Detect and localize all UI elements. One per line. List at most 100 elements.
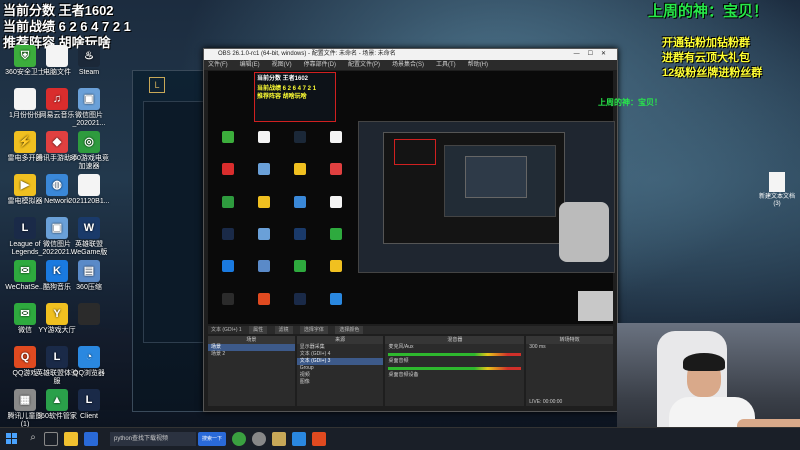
desktop-icon[interactable]: L Client bbox=[68, 389, 110, 421]
obs-menu-item[interactable]: 帮助(H) bbox=[468, 60, 488, 70]
steam-icon: ♨ bbox=[78, 45, 100, 67]
league-icon: L bbox=[14, 217, 36, 239]
obs-menu-item[interactable]: 文件(F) bbox=[208, 60, 228, 70]
preview-mini-icon bbox=[222, 131, 234, 144]
source-item[interactable]: 文本 (GDI+) 4 bbox=[297, 351, 384, 358]
desktop-icon-label: YY游戏大厅 bbox=[38, 327, 76, 334]
league-taskbar-icon[interactable] bbox=[272, 432, 286, 446]
preview-mini-icon bbox=[294, 195, 306, 208]
desktop-icon[interactable]: ▤ 360压缩 bbox=[68, 260, 110, 292]
scene-item[interactable]: 场景 2 bbox=[208, 351, 295, 358]
desktop-icon[interactable]: W 英雄联盟WeGame版 bbox=[68, 217, 110, 257]
preview-score: 当前分数 王者1602 bbox=[257, 76, 309, 82]
sources-header: 来源 bbox=[296, 336, 384, 344]
obs-taskbar-icon[interactable] bbox=[252, 432, 266, 446]
obs-menu-item[interactable]: 编辑(E) bbox=[240, 60, 260, 70]
streamer-hair bbox=[683, 353, 725, 371]
source-toolbar: 文本 (GDI+) 1 属性 滤镜 选择字体 选择颜色 bbox=[208, 326, 613, 334]
desktop-icon-label: Steam bbox=[78, 69, 100, 76]
desktop-icon[interactable]: ◔ QQ浏览器 bbox=[68, 346, 110, 378]
task-view-icon[interactable] bbox=[44, 432, 58, 446]
preview-mini-icon bbox=[330, 292, 342, 305]
preview-mini-icon bbox=[330, 163, 342, 176]
transition-duration[interactable]: 300 ms bbox=[526, 344, 613, 351]
preview-mini-icon bbox=[330, 131, 342, 144]
league-logo-icon: L bbox=[149, 77, 165, 93]
desktop-icon[interactable]: 2021120B1... bbox=[68, 174, 110, 206]
preview-mini-icon bbox=[258, 260, 270, 273]
transitions-header: 转场特效 bbox=[526, 336, 613, 344]
mixer-header: 混音器 bbox=[385, 336, 525, 344]
shield-icon: ⛨ bbox=[14, 45, 36, 67]
obs-docks: 场景 场景 场景 2 来源 显示器采集 文本 (GDI+) 4 文本 (GDI+) … bbox=[208, 336, 613, 406]
app-taskbar-icon[interactable] bbox=[312, 432, 326, 446]
obs-menu-item[interactable]: 配置文件(P) bbox=[348, 60, 380, 70]
qq-game-icon: Q bbox=[14, 346, 36, 368]
preview-mini-icon bbox=[330, 195, 342, 208]
preview-mini-icon bbox=[294, 163, 306, 176]
select-font-button[interactable]: 选择字体 bbox=[299, 326, 328, 334]
obs-menu-item[interactable]: 停靠部件(D) bbox=[304, 60, 336, 70]
obs-preview[interactable]: 当前分数 王者1602 当前战绩 6 2 6 4 7 2 1 推荐阵容 胡啥玩啥… bbox=[208, 71, 662, 324]
obs-title-text: OBS 26.1.0-rc1 (64-bit, windows) - 配置文件:… bbox=[218, 51, 396, 57]
search-go-button[interactable]: 搜索一下 bbox=[198, 432, 226, 446]
desktop-icon-label: 英雄联盟WeGame版 bbox=[70, 241, 108, 256]
taskbar-search-box[interactable]: python查找下载视频 bbox=[110, 432, 196, 446]
properties-button[interactable]: 属性 bbox=[249, 326, 268, 334]
client-icon: L bbox=[78, 389, 100, 411]
desktop-file-right[interactable]: 新建文本文档 (3) bbox=[758, 172, 796, 208]
qq-taskbar-icon[interactable] bbox=[292, 432, 306, 446]
window-controls[interactable]: —☐✕ bbox=[574, 49, 614, 60]
wegame-icon: W bbox=[78, 217, 100, 239]
promo-line-1: 开通钻粉加钻粉群 bbox=[662, 37, 750, 49]
nested-overlay-box bbox=[394, 139, 436, 165]
preview-desktop-icons bbox=[212, 123, 352, 313]
preview-mini-icon bbox=[294, 131, 306, 144]
preview-mini-icon bbox=[294, 228, 306, 241]
obs-menu-item[interactable]: 视图(V) bbox=[272, 60, 292, 70]
windows-start-icon[interactable] bbox=[6, 433, 17, 444]
league-icon: L bbox=[46, 346, 68, 368]
promo-line-3: 12级粉丝牌进粉丝群 bbox=[662, 67, 763, 79]
desktop-icon[interactable]: ◎ 360游戏电竞加速器 bbox=[68, 131, 110, 171]
file-explorer-icon[interactable] bbox=[64, 432, 78, 446]
obs-window[interactable]: OBS 26.1.0-rc1 (64-bit, windows) - 配置文件:… bbox=[203, 48, 662, 412]
record-overlay: 当前战绩 6 2 6 4 7 2 1 bbox=[3, 19, 131, 34]
nested-deeper-preview bbox=[465, 156, 527, 198]
obs-menu-item[interactable]: 工具(T) bbox=[436, 60, 456, 70]
filters-button[interactable]: 滤镜 bbox=[274, 326, 293, 334]
browser-icon[interactable] bbox=[84, 432, 98, 446]
obs-title-bar[interactable]: OBS 26.1.0-rc1 (64-bit, windows) - 配置文件:… bbox=[204, 49, 617, 60]
desktop-icon-label: 360压缩 bbox=[76, 284, 102, 291]
wechat-icon: ✉ bbox=[14, 260, 36, 282]
preview-mini-icon bbox=[330, 260, 342, 273]
app-icon-green[interactable] bbox=[232, 432, 246, 446]
accelerator-icon: ◎ bbox=[78, 131, 100, 153]
wechat-icon: ✉ bbox=[14, 303, 36, 325]
scene-item[interactable]: 场景 bbox=[208, 344, 295, 351]
nested-inner-preview bbox=[444, 145, 556, 217]
source-item[interactable]: Group bbox=[297, 365, 384, 372]
mixer-dock: 混音器 麦克风/Aux 桌面音频 桌面音频设备 bbox=[385, 336, 525, 406]
obs-menubar: 文件(F) 编辑(E) 视图(V) 停靠部件(D) 配置文件(P) 场景集合(S) 工具(T… bbox=[204, 60, 617, 70]
mixer-desktop-label: 桌面音频 bbox=[388, 358, 409, 364]
preview-mini-icon bbox=[258, 228, 270, 241]
status-live: LIVE: 00:00:00 bbox=[529, 399, 563, 405]
select-color-button[interactable]: 选择颜色 bbox=[335, 326, 364, 334]
nested-obs-window bbox=[383, 132, 565, 244]
source-item[interactable]: 视频 bbox=[297, 372, 384, 379]
preview-webcam-chair bbox=[578, 291, 613, 321]
source-item[interactable]: 文本 (GDI+) 3 bbox=[296, 358, 384, 365]
kugou-icon: K bbox=[46, 260, 68, 282]
emulator-icon: ▶ bbox=[14, 174, 36, 196]
desktop-icon[interactable]: ♨ Steam bbox=[68, 45, 110, 77]
search-icon[interactable]: ⌕ bbox=[26, 432, 40, 446]
source-item[interactable]: 图像 bbox=[297, 379, 384, 386]
preview-mini-icon bbox=[222, 163, 234, 176]
promo-line-2: 进群有云顶大礼包 bbox=[662, 52, 750, 64]
source-item[interactable]: 显示器采集 bbox=[297, 344, 384, 351]
obs-menu-item[interactable]: 场景集合(S) bbox=[392, 60, 424, 70]
desktop-icon[interactable]: ▣ 微信图片_202021... bbox=[68, 88, 110, 128]
desktop-icon[interactable] bbox=[68, 303, 110, 327]
preview-overlay-box[interactable]: 当前分数 王者1602 当前战绩 6 2 6 4 7 2 1 推荐阵容 胡啥玩啥 bbox=[254, 72, 336, 122]
